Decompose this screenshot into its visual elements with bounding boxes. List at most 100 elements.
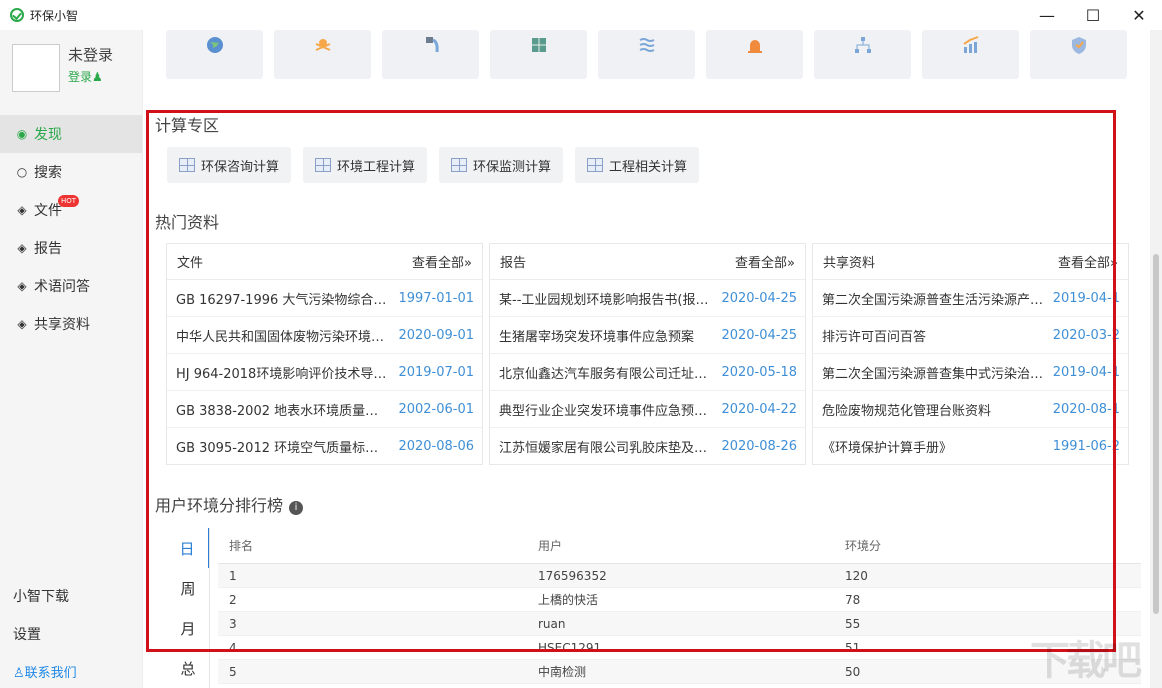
table-body: 1176596352120 2上橋的快活78 3ruan55 4HSEC1291…	[218, 564, 1141, 684]
maximize-button[interactable]: ☐	[1070, 0, 1116, 30]
grid-icon	[587, 158, 603, 172]
list-item[interactable]: 某--工业园规划环境影响报告书(报批稿)2020-04-25	[490, 280, 805, 317]
rank-cell: 5	[218, 665, 527, 679]
list-item[interactable]: 典型行业企业突发环境事件应急预案编制2020-04-22	[490, 391, 805, 428]
list-item[interactable]: 生猪屠宰场突发环境事件应急预案2020-04-25	[490, 317, 805, 354]
item-title: 《环境保护计算手册》	[822, 437, 1045, 456]
vertical-scrollbar[interactable]	[1150, 30, 1162, 688]
score-cell: 78	[834, 593, 1141, 607]
item-title: 排污许可百问百答	[822, 326, 1045, 345]
list-item[interactable]: HJ 964-2018环境影响评价技术导则 土壤环境2019-07-01	[167, 354, 482, 391]
ranking-title: 用户环境分排行榜	[155, 496, 283, 515]
avatar[interactable]	[12, 44, 60, 92]
category-tile[interactable]	[814, 30, 911, 79]
sidebar-item-discover[interactable]: ◉ 发现	[0, 115, 142, 153]
item-title: GB 3095-2012 环境空气质量标准（含修改单）	[176, 437, 390, 456]
list-item[interactable]: 排污许可百问百答2020-03-2	[813, 317, 1128, 354]
category-tile[interactable]	[922, 30, 1019, 79]
item-date: 2020-05-18	[721, 365, 797, 380]
list-item[interactable]: GB 3095-2012 环境空气质量标准（含修改单）2020-08-06	[167, 428, 482, 465]
layers-icon: ◈	[14, 278, 30, 294]
download-link[interactable]: 小智下载	[13, 586, 69, 606]
sidebar-item-reports[interactable]: ◈ 报告	[0, 229, 142, 267]
settings-link[interactable]: 设置	[13, 624, 41, 644]
list-item[interactable]: 《环境保护计算手册》1991-06-2	[813, 428, 1128, 465]
calc-button-label: 环保咨询计算	[201, 156, 279, 175]
category-tile[interactable]	[598, 30, 695, 79]
contact-link[interactable]: ♙联系我们	[13, 662, 77, 681]
list-item[interactable]: 第二次全国污染源普查集中式污染治理设施2019-04-1	[813, 354, 1128, 391]
table-row: 3ruan55	[218, 612, 1141, 636]
calc-monitoring-button[interactable]: 环保监测计算	[439, 147, 563, 183]
item-title: GB 16297-1996 大气污染物综合排放标准	[176, 289, 390, 308]
card-title: 共享资料	[823, 252, 875, 271]
score-cell: 120	[834, 569, 1141, 583]
eye-icon: ◉	[14, 126, 30, 142]
list-item[interactable]: GB 3838-2002 地表水环境质量标准2002-06-01	[167, 391, 482, 428]
tab-day[interactable]: 日	[166, 528, 210, 568]
tab-divider	[209, 528, 210, 688]
category-tile[interactable]	[166, 30, 263, 79]
column-header: 排名	[218, 537, 527, 554]
calc-consulting-button[interactable]: 环保咨询计算	[167, 147, 291, 183]
category-tile[interactable]	[274, 30, 371, 79]
close-button[interactable]: ✕	[1116, 0, 1162, 30]
category-tile[interactable]	[490, 30, 587, 79]
sidebar-item-label: 共享资料	[34, 314, 90, 334]
calc-buttons: 环保咨询计算 环境工程计算 环保监测计算 工程相关计算	[167, 147, 711, 183]
list-item[interactable]: 中华人民共和国固体废物污染环境防治法2020-09-01	[167, 317, 482, 354]
item-title: 江苏恒媛家居有限公司乳胶床垫及枕头项目	[499, 437, 713, 456]
search-icon: ○	[14, 164, 30, 180]
sidebar-item-shared[interactable]: ◈ 共享资料	[0, 305, 142, 343]
rank-cell: 1	[218, 569, 527, 583]
calc-button-label: 环境工程计算	[337, 156, 415, 175]
sidebar-item-files[interactable]: ◈ 文件 HOT	[0, 191, 142, 229]
tab-week[interactable]: 周	[166, 568, 210, 608]
view-all-link[interactable]: 查看全部»	[412, 252, 472, 271]
scrollbar-thumb[interactable]	[1153, 254, 1159, 614]
calc-button-label: 环保监测计算	[473, 156, 551, 175]
calc-engineering-button[interactable]: 环境工程计算	[303, 147, 427, 183]
grid-icon	[179, 158, 195, 172]
ranking-section-title: 用户环境分排行榜 i	[155, 492, 303, 516]
login-link[interactable]: 登录♟	[68, 68, 103, 85]
card-title: 报告	[500, 252, 526, 271]
category-tile[interactable]	[1030, 30, 1127, 79]
list-item[interactable]: 江苏恒媛家居有限公司乳胶床垫及枕头项目 2020-08-26	[490, 428, 805, 465]
item-date: 2019-04-1	[1053, 365, 1120, 380]
list-item[interactable]: GB 16297-1996 大气污染物综合排放标准1997-01-01	[167, 280, 482, 317]
globe-icon	[204, 34, 226, 56]
view-all-link[interactable]: 查看全部»	[735, 252, 795, 271]
column-header: 环境分	[834, 537, 1141, 554]
item-title: 北京仙鑫达汽车服务有限公司迁址项目	[499, 363, 713, 382]
growth-chart-icon	[960, 34, 982, 56]
hot-cards: 文件 查看全部» GB 16297-1996 大气污染物综合排放标准1997-0…	[166, 243, 1135, 465]
view-all-label: 查看全部	[412, 256, 464, 271]
window-controls: — ☐ ✕	[1024, 0, 1162, 30]
sidebar-item-label: 搜索	[34, 162, 62, 182]
list-item[interactable]: 北京仙鑫达汽车服务有限公司迁址项目 2020-05-18	[490, 354, 805, 391]
sidebar-item-search[interactable]: ○ 搜索	[0, 153, 142, 191]
card-header: 共享资料 查看全部»	[813, 244, 1128, 280]
alarm-icon	[744, 34, 766, 56]
item-date: 2020-08-26	[721, 439, 797, 454]
layers-icon: ◈	[14, 240, 30, 256]
item-title: 第二次全国污染源普查生活污染源产排污系数	[822, 289, 1045, 308]
info-icon[interactable]: i	[289, 501, 303, 515]
sidebar-item-qa[interactable]: ◈ 术语问答	[0, 267, 142, 305]
calc-project-button[interactable]: 工程相关计算	[575, 147, 699, 183]
view-all-link[interactable]: 查看全部»	[1058, 252, 1118, 271]
item-date: 2020-04-25	[721, 328, 797, 343]
category-tile[interactable]	[706, 30, 803, 79]
tab-total[interactable]: 总	[166, 648, 210, 688]
double-chevron-right-icon: »	[1110, 256, 1118, 271]
minimize-button[interactable]: —	[1024, 0, 1070, 30]
login-label: 登录	[68, 70, 92, 84]
list-item[interactable]: 第二次全国污染源普查生活污染源产排污系数2019-04-1	[813, 280, 1128, 317]
card-shared: 共享资料 查看全部» 第二次全国污染源普查生活污染源产排污系数2019-04-1…	[812, 243, 1129, 465]
list-item[interactable]: 危险废物规范化管理台账资料2020-08-1	[813, 391, 1128, 428]
item-title: 中华人民共和国固体废物污染环境防治法	[176, 326, 390, 345]
item-date: 2020-04-22	[721, 402, 797, 417]
category-tile[interactable]	[382, 30, 479, 79]
tab-month[interactable]: 月	[166, 608, 210, 648]
